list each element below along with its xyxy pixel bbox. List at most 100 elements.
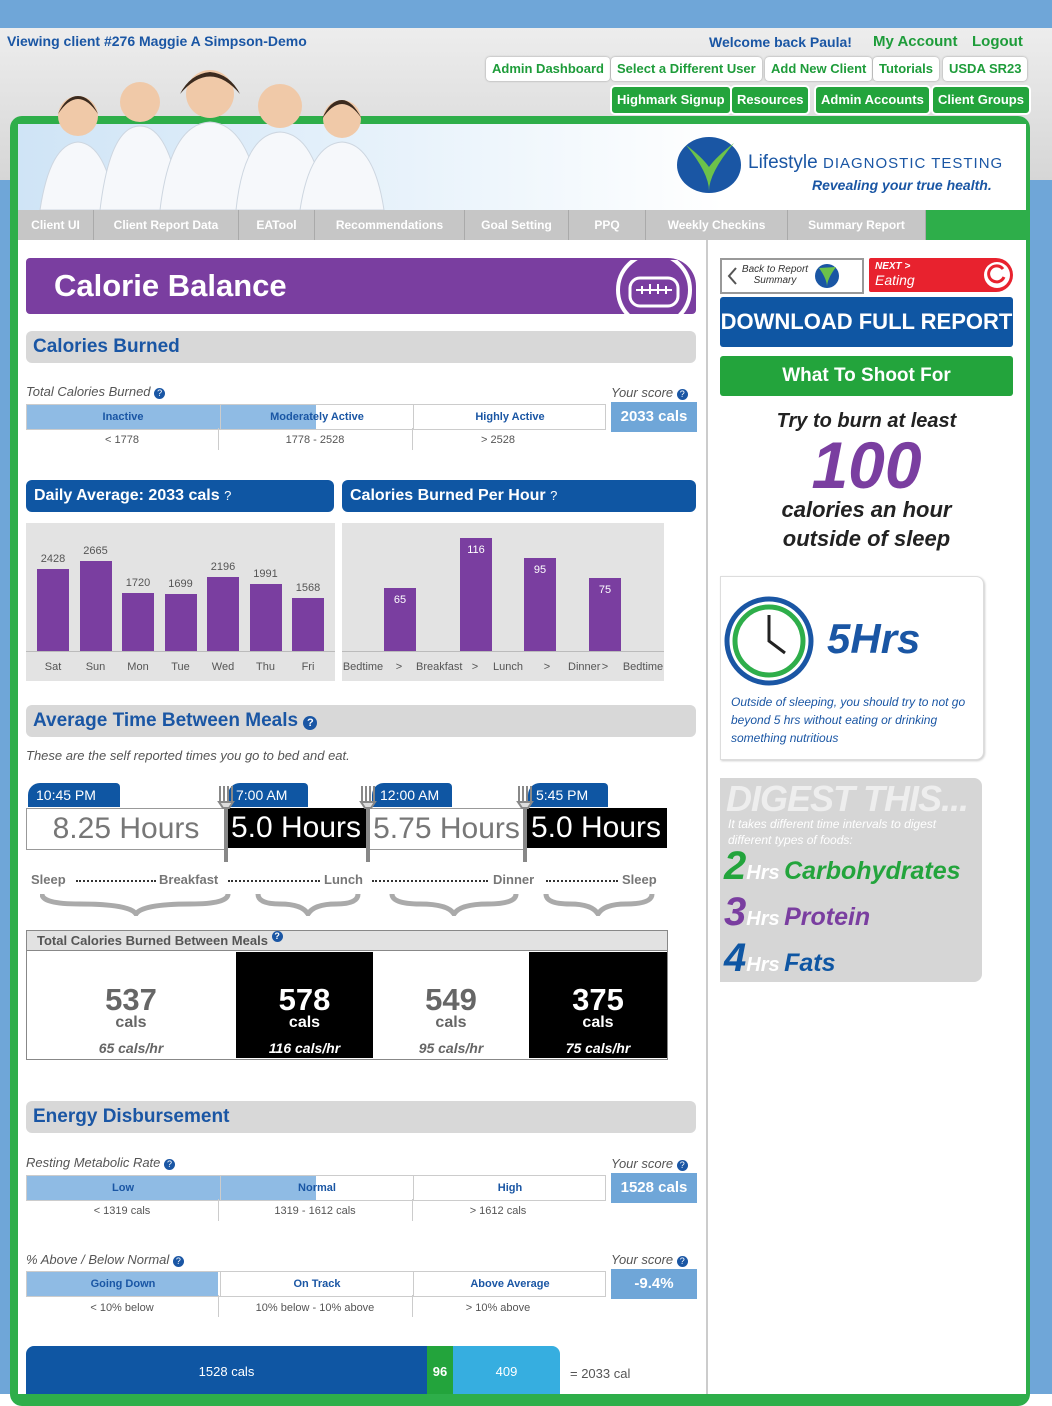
meals-heading: Average Time Between Meals ? — [26, 705, 696, 737]
help-mark[interactable]: ? — [550, 488, 557, 503]
digest-this-card: DIGEST THIS... It takes different time i… — [720, 778, 982, 982]
resources-button[interactable]: Resources — [730, 85, 811, 115]
select-user-button[interactable]: Select a Different User — [611, 57, 762, 81]
tab-client-ui[interactable]: Client UI — [18, 210, 94, 240]
help-icon[interactable]: ? — [271, 931, 283, 942]
bar — [207, 576, 239, 651]
tab-recommendations[interactable]: Recommendations — [315, 210, 465, 240]
your-score-label: Your score ? — [611, 1252, 688, 1267]
above-below-scale: Going Down On Track Above Average — [26, 1271, 606, 1297]
help-icon[interactable]: ? — [172, 1256, 184, 1267]
dotted-line — [76, 880, 156, 882]
scale-icon — [616, 260, 692, 314]
daily-average-chart: 2428 Sat 2665 Sun 1720 Mon 1699 Tue 2196 Wed 1991 T… — [26, 523, 335, 681]
admin-dashboard-button[interactable]: Admin Dashboard — [486, 57, 610, 81]
range-label: 10% below - 10% above — [255, 1302, 375, 1314]
help-icon[interactable]: ? — [676, 389, 688, 400]
client-groups-button[interactable]: Client Groups — [931, 85, 1031, 115]
lunch-hours: 5.75 Hours — [368, 808, 525, 850]
x-tick-label: Thu — [256, 661, 275, 673]
next-small-label: NEXT > — [875, 261, 911, 272]
bar-value-label: 1699 — [168, 577, 193, 590]
bar — [249, 583, 282, 651]
bar — [292, 598, 324, 651]
your-score-label: Your score ? — [611, 385, 688, 400]
tab-summary-report[interactable]: Summary Report — [788, 210, 926, 240]
bar-value-label: 95 — [533, 564, 547, 577]
add-client-button[interactable]: Add New Client — [765, 57, 873, 81]
bar-value-label: 2665 — [83, 545, 108, 558]
sleep-hours: 8.25 Hours — [26, 808, 226, 850]
nav-bar: Client UI Client Report Data EATool Reco… — [18, 210, 1026, 240]
logo-brand: Lifestyle DIAGNOSTIC TESTING — [748, 152, 1004, 173]
scale-segment: Above Average — [413, 1272, 606, 1296]
welcome-text: Welcome back Paula! — [709, 34, 852, 50]
cals-rate: 95 cals/hr — [418, 1040, 484, 1056]
rmr-score: 1528 cals — [611, 1173, 697, 1203]
daily-average-heading: Daily Average: 2033 cals ? — [26, 480, 334, 512]
above-below-label: % Above / Below Normal ? — [26, 1252, 184, 1267]
calories-burned-heading: Calories Burned — [26, 331, 696, 363]
x-tick-label: > — [543, 661, 551, 673]
cals-rate: 75 cals/hr — [565, 1040, 631, 1056]
cals-value: 549 — [425, 982, 477, 1017]
viewing-client-text: Viewing client #276 Maggie A Simpson-Dem… — [7, 33, 307, 49]
scale-segment: High — [413, 1176, 606, 1200]
between-meals-table: Total Calories Burned Between Meals ? 53… — [26, 930, 668, 1060]
per-hour-heading: Calories Burned Per Hour ? — [342, 480, 696, 512]
help-icon[interactable]: ? — [303, 716, 318, 730]
bar-value-label: 2196 — [210, 560, 236, 573]
tab-weekly-checkins[interactable]: Weekly Checkins — [646, 210, 788, 240]
five-hours-card: 5Hrs Outside of sleeping, you should try… — [720, 576, 984, 760]
what-to-shoot-for-button[interactable]: What To Shoot For — [720, 356, 1013, 396]
burn-target: Try to burn at least 100 calories an hou… — [720, 410, 1013, 552]
bar-value-label: 116 — [467, 543, 485, 556]
help-icon[interactable]: ? — [164, 1159, 176, 1170]
range-label: < 10% below — [90, 1302, 154, 1314]
rmr-scale: Low Normal High — [26, 1175, 606, 1201]
table-title: Total Calories Burned Between Meals ? — [27, 931, 667, 951]
meals-subtitle: These are the self reported times you go… — [26, 748, 350, 763]
stack-activity: 409 — [453, 1346, 560, 1394]
fork-icon — [359, 786, 377, 862]
lifestyle-logo-icon — [677, 137, 741, 193]
usda-button[interactable]: USDA SR23 — [943, 57, 1028, 81]
range-label: 1319 - 1612 cals — [274, 1205, 356, 1217]
burn-target-number: 100 — [811, 428, 922, 502]
meal-cell: 537 cals 65 cals/hr — [27, 952, 235, 1058]
tab-ppq[interactable]: PPQ — [569, 210, 646, 240]
help-mark[interactable]: ? — [224, 488, 231, 503]
clock-icon — [724, 596, 814, 686]
tab-goal-setting[interactable]: Goal Setting — [465, 210, 569, 240]
breakfast-hours: 5.0 Hours — [226, 808, 366, 848]
download-report-button[interactable]: DOWNLOAD FULL REPORT — [720, 297, 1013, 347]
tutorials-button[interactable]: Tutorials — [873, 57, 939, 81]
x-tick-label: Lunch — [493, 661, 523, 673]
bar-value-label: 2428 — [40, 553, 66, 566]
scale-segment: On Track — [220, 1272, 413, 1296]
tab-client-report-data[interactable]: Client Report Data — [94, 210, 239, 240]
cals-value: 537 — [105, 982, 157, 1017]
cals-rate: 65 cals/hr — [98, 1040, 164, 1056]
x-tick-label: > — [395, 661, 403, 673]
cals-unit: cals — [435, 1014, 467, 1031]
bar-value-label: 1720 — [125, 576, 151, 589]
my-account-link[interactable]: My Account — [873, 33, 957, 50]
help-icon[interactable]: ? — [676, 1256, 688, 1267]
help-icon[interactable]: ? — [154, 388, 166, 399]
scale-segment: Low — [112, 1182, 134, 1194]
digest-title: DIGEST THIS... — [726, 778, 969, 819]
time-tag: 5:45 PM — [528, 783, 608, 807]
admin-accounts-button[interactable]: Admin Accounts — [814, 85, 931, 115]
help-icon[interactable]: ? — [676, 1160, 688, 1171]
highmark-signup-button[interactable]: Highmark Signup — [610, 85, 732, 115]
back-to-summary-button[interactable]: Back to Report Summary — [720, 258, 864, 294]
x-tick-label: Dinner — [568, 661, 601, 673]
next-eating-button[interactable]: NEXT > Eating — [869, 258, 1013, 292]
digest-item: 3Hrs Protein — [724, 890, 871, 934]
cals-value: 578 — [278, 982, 331, 1017]
next-label: Eating — [875, 272, 915, 288]
doctors-illustration — [39, 70, 385, 210]
tab-eatool[interactable]: EATool — [239, 210, 315, 240]
logout-link[interactable]: Logout — [972, 33, 1023, 50]
